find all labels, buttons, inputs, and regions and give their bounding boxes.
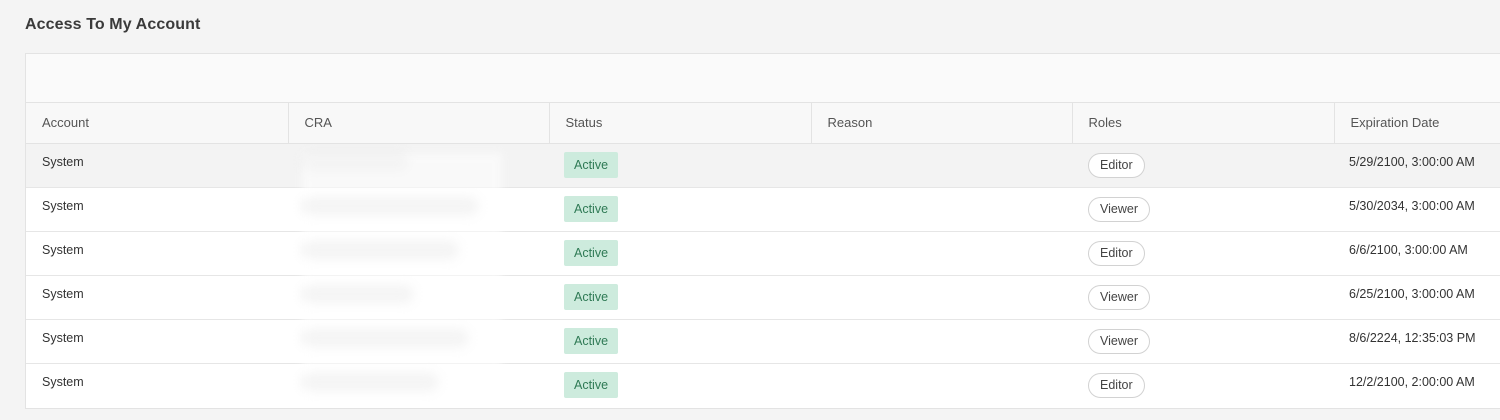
account-cell: System xyxy=(42,374,84,389)
cra-cell xyxy=(288,319,549,364)
redacted-cra xyxy=(303,240,458,259)
status-cell: Active xyxy=(549,187,811,232)
redacted-cra xyxy=(303,152,408,171)
role-chip: Editor xyxy=(1088,152,1145,178)
account-cell: System xyxy=(26,143,288,188)
expiration-cell: 8/6/2224, 12:35:03 PM xyxy=(1334,319,1500,364)
status-badge: Active xyxy=(564,239,619,266)
role-chip: Viewer xyxy=(1088,284,1150,310)
role-chip: Viewer xyxy=(1088,328,1150,354)
status-cell: Active xyxy=(549,231,811,276)
column-header-roles[interactable]: Roles xyxy=(1072,103,1335,144)
table-row[interactable]: System Active Editor 6/6/2100, 3:00:00 A… xyxy=(26,231,1500,276)
reason-cell xyxy=(811,363,1072,407)
status-cell: Active xyxy=(549,319,811,364)
column-header-status[interactable]: Status xyxy=(549,103,812,144)
expiration-cell: 12/2/2100, 2:00:00 AM xyxy=(1349,374,1475,389)
status-badge: Active xyxy=(564,371,619,398)
roles-cell: Editor xyxy=(1072,143,1334,188)
table-row[interactable]: System Active Viewer 5/30/2034, 3:00:00 … xyxy=(26,187,1500,232)
roles-cell: Editor xyxy=(1072,231,1334,276)
role-chip: Viewer xyxy=(1088,196,1150,222)
roles-cell: Viewer xyxy=(1072,187,1334,232)
role-chip: Editor xyxy=(1088,372,1145,398)
table-row[interactable]: System Active Viewer 8/6/2224, 12:35:03 … xyxy=(26,319,1500,364)
redacted-cra xyxy=(303,328,468,347)
column-header-expiration-date[interactable]: Expiration Date xyxy=(1334,103,1500,144)
reason-cell xyxy=(811,319,1072,364)
role-chip: Editor xyxy=(1088,240,1145,266)
reason-cell xyxy=(811,143,1072,188)
column-header-cra[interactable]: CRA xyxy=(288,103,550,144)
status-badge: Active xyxy=(564,283,619,310)
table-toolbar xyxy=(26,54,1500,103)
cra-cell xyxy=(288,187,549,232)
status-cell: Active xyxy=(549,275,811,320)
roles-cell: Editor xyxy=(1072,363,1334,407)
status-badge: Active xyxy=(564,195,619,222)
column-header-reason[interactable]: Reason xyxy=(811,103,1073,144)
roles-cell: Viewer xyxy=(1072,275,1334,320)
redacted-cra xyxy=(303,284,413,303)
expiration-cell: 6/6/2100, 3:00:00 AM xyxy=(1334,231,1500,276)
cra-cell xyxy=(288,143,549,188)
redacted-cra xyxy=(303,372,438,391)
redacted-cra xyxy=(303,196,478,215)
status-cell: Active xyxy=(549,143,811,188)
access-table-panel: Account CRA Status Reason Roles Expirati… xyxy=(25,53,1500,409)
reason-cell xyxy=(811,275,1072,320)
status-badge: Active xyxy=(564,327,619,354)
cra-cell xyxy=(288,231,549,276)
reason-cell xyxy=(811,187,1072,232)
table-row[interactable]: System Active Viewer 6/25/2100, 3:00:00 … xyxy=(26,275,1500,320)
page-title: Access To My Account xyxy=(25,16,201,33)
expiration-cell: 5/30/2034, 3:00:00 AM xyxy=(1334,187,1500,232)
reason-cell xyxy=(811,231,1072,276)
account-cell: System xyxy=(26,187,288,232)
column-header-account[interactable]: Account xyxy=(26,103,289,144)
expiration-cell: 6/25/2100, 3:00:00 AM xyxy=(1334,275,1500,320)
cra-cell xyxy=(288,363,549,407)
account-cell: System xyxy=(26,319,288,364)
status-badge: Active xyxy=(564,151,619,178)
status-cell: Active xyxy=(549,363,811,407)
table-row[interactable]: System Active Editor 5/29/2100, 3:00:00 … xyxy=(26,143,1500,188)
cra-cell xyxy=(288,275,549,320)
expiration-cell: 5/29/2100, 3:00:00 AM xyxy=(1334,143,1500,188)
table-row[interactable]: System Active Editor 12/2/2100, 2:00:00 … xyxy=(26,363,1500,407)
account-cell: System xyxy=(26,275,288,320)
access-table: Account CRA Status Reason Roles Expirati… xyxy=(26,103,1500,407)
roles-cell: Viewer xyxy=(1072,319,1334,364)
account-cell: System xyxy=(26,231,288,276)
table-header-row: Account CRA Status Reason Roles Expirati… xyxy=(26,103,1500,144)
